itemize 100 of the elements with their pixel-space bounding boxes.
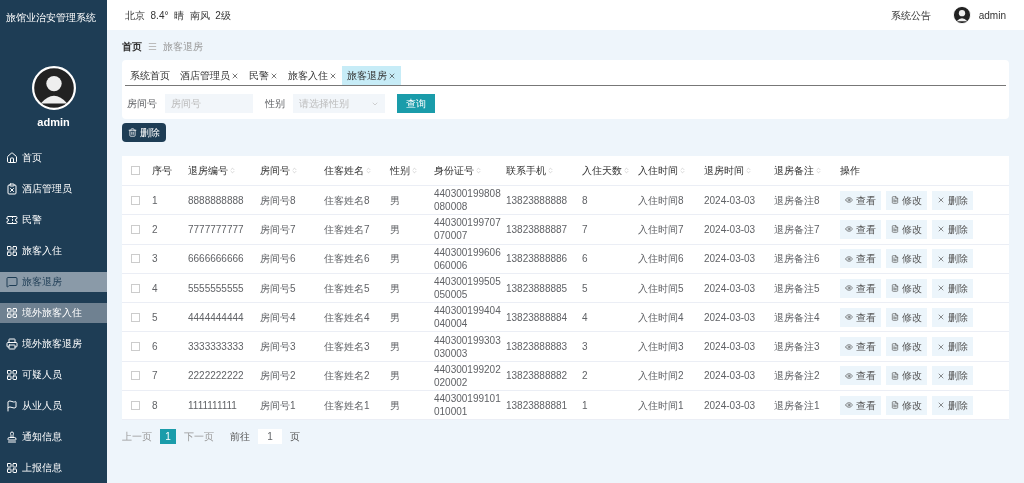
edit-button[interactable]: 修改 bbox=[886, 278, 927, 298]
edit-button[interactable]: 修改 bbox=[886, 395, 927, 415]
delete-button[interactable]: 删除 bbox=[932, 219, 973, 239]
column-header[interactable]: 身份证号 bbox=[430, 163, 502, 178]
edit-button[interactable]: 修改 bbox=[886, 337, 927, 357]
column-header[interactable]: 退房时间 bbox=[700, 163, 770, 178]
delete-button[interactable]: 删除 bbox=[932, 278, 973, 298]
tab[interactable]: 旅客入住 bbox=[283, 66, 342, 85]
checkbox[interactable] bbox=[130, 166, 140, 175]
delete-button[interactable]: 删除 bbox=[932, 337, 973, 357]
delete-button[interactable]: 删除 bbox=[122, 123, 166, 142]
column-header[interactable]: 住客姓名 bbox=[320, 163, 386, 178]
sort-icon[interactable] bbox=[411, 167, 418, 174]
edit-button[interactable]: 修改 bbox=[886, 307, 927, 327]
sort-icon[interactable] bbox=[815, 167, 822, 174]
clipboard-icon bbox=[6, 182, 18, 195]
table-cell-text: 入住时间2 bbox=[638, 369, 685, 383]
table-cell-text: 5 bbox=[582, 281, 589, 295]
tab[interactable]: 酒店管理员 bbox=[175, 66, 244, 85]
close-icon[interactable] bbox=[231, 71, 239, 80]
column-header[interactable]: 房间号 bbox=[256, 163, 320, 178]
column-header[interactable]: 入住天数 bbox=[578, 163, 634, 178]
view-button[interactable]: 查看 bbox=[840, 249, 881, 269]
edit-button[interactable]: 修改 bbox=[886, 190, 927, 210]
table-cell-text: 2 bbox=[582, 369, 589, 383]
checkbox[interactable] bbox=[130, 400, 140, 410]
column-header[interactable]: 退房备注 bbox=[770, 163, 836, 178]
sidebar-item[interactable]: 旅客退房 bbox=[0, 271, 107, 292]
checkbox[interactable] bbox=[130, 224, 140, 234]
view-button[interactable]: 查看 bbox=[840, 337, 881, 357]
checkbox[interactable] bbox=[130, 283, 140, 293]
sort-icon[interactable] bbox=[547, 167, 554, 174]
table-cell-text: 男 bbox=[390, 398, 401, 412]
table-cell-text: 2024-03-03 bbox=[704, 222, 757, 236]
breadcrumb-link[interactable]: 首页 bbox=[122, 38, 142, 54]
column-header[interactable]: 操作 bbox=[836, 163, 1009, 178]
view-button[interactable]: 查看 bbox=[840, 219, 881, 239]
view-button[interactable]: 查看 bbox=[840, 307, 881, 327]
sort-icon[interactable] bbox=[475, 167, 482, 174]
sort-icon[interactable] bbox=[745, 167, 752, 174]
table-cell-text: 退房备注5 bbox=[774, 281, 821, 295]
sidebar-item[interactable]: 通知信息 bbox=[0, 426, 107, 447]
checkbox[interactable] bbox=[130, 371, 140, 381]
sidebar-item[interactable]: 境外旅客退房 bbox=[0, 333, 107, 354]
delete-button[interactable]: 删除 bbox=[932, 366, 973, 386]
sidebar-item[interactable]: 从业人员 bbox=[0, 395, 107, 416]
notice-link[interactable]: 系统公告 bbox=[890, 7, 931, 23]
edit-button[interactable]: 修改 bbox=[886, 366, 927, 386]
column-header[interactable]: 入住时间 bbox=[634, 163, 700, 178]
table-cell-text: 13823888886 bbox=[506, 252, 569, 266]
close-icon[interactable] bbox=[270, 71, 278, 80]
sidebar-item[interactable]: 上报信息 bbox=[0, 457, 107, 478]
delete-button[interactable]: 删除 bbox=[932, 395, 973, 415]
page-input[interactable]: 1 bbox=[258, 429, 282, 445]
tab[interactable]: 民警 bbox=[244, 66, 283, 85]
view-button[interactable]: 查看 bbox=[840, 366, 881, 386]
view-button[interactable]: 查看 bbox=[840, 395, 881, 415]
table-cell-text: 5555555555 bbox=[188, 281, 245, 295]
sidebar-item[interactable]: 旅客入住 bbox=[0, 240, 107, 261]
sort-icon[interactable] bbox=[679, 167, 686, 174]
sidebar-item[interactable]: 酒店管理员 bbox=[0, 178, 107, 199]
sort-icon[interactable] bbox=[291, 167, 298, 174]
eye-icon bbox=[845, 371, 853, 380]
sort-icon[interactable] bbox=[229, 167, 236, 174]
document-icon bbox=[891, 342, 899, 351]
sort-icon[interactable] bbox=[365, 167, 372, 174]
user-name[interactable]: admin bbox=[978, 7, 1006, 23]
close-icon[interactable] bbox=[388, 71, 396, 80]
table-cell-text: 退房备注6 bbox=[774, 252, 821, 266]
column-header[interactable]: 联系手机 bbox=[502, 163, 578, 178]
sidebar-item[interactable]: 可疑人员 bbox=[0, 364, 107, 385]
trash-icon bbox=[128, 128, 137, 137]
column-header[interactable]: 性别 bbox=[386, 163, 430, 178]
sidebar-item[interactable]: 民警 bbox=[0, 209, 107, 230]
checkbox[interactable] bbox=[130, 312, 140, 322]
tab[interactable]: 系统首页 bbox=[125, 66, 175, 85]
view-button[interactable]: 查看 bbox=[840, 190, 881, 210]
column-header[interactable]: 退房编号 bbox=[184, 163, 256, 178]
document-icon bbox=[891, 313, 899, 322]
close-icon[interactable] bbox=[329, 71, 337, 80]
edit-button[interactable]: 修改 bbox=[886, 249, 927, 269]
table-cell-text: 2024-03-03 bbox=[704, 281, 757, 295]
table-cell-text: 男 bbox=[390, 310, 401, 324]
table-cell-text: 房间号7 bbox=[260, 222, 297, 236]
tab[interactable]: 旅客退房 bbox=[342, 66, 401, 85]
column-header[interactable]: 序号 bbox=[148, 163, 184, 178]
table-cell-text: 男 bbox=[390, 281, 401, 295]
sidebar-item[interactable]: 境外旅客入住 bbox=[0, 302, 107, 323]
delete-button[interactable]: 删除 bbox=[932, 307, 973, 327]
table-cell-text: 房间号2 bbox=[260, 369, 297, 383]
avatar bbox=[31, 65, 76, 110]
sidebar-item[interactable]: 首页 bbox=[0, 147, 107, 168]
view-button[interactable]: 查看 bbox=[840, 278, 881, 298]
delete-button[interactable]: 删除 bbox=[932, 190, 973, 210]
edit-button[interactable]: 修改 bbox=[886, 219, 927, 239]
checkbox[interactable] bbox=[130, 254, 140, 264]
sort-icon[interactable] bbox=[623, 167, 630, 174]
checkbox[interactable] bbox=[130, 195, 140, 205]
checkbox[interactable] bbox=[130, 342, 140, 352]
delete-button[interactable]: 删除 bbox=[932, 249, 973, 269]
